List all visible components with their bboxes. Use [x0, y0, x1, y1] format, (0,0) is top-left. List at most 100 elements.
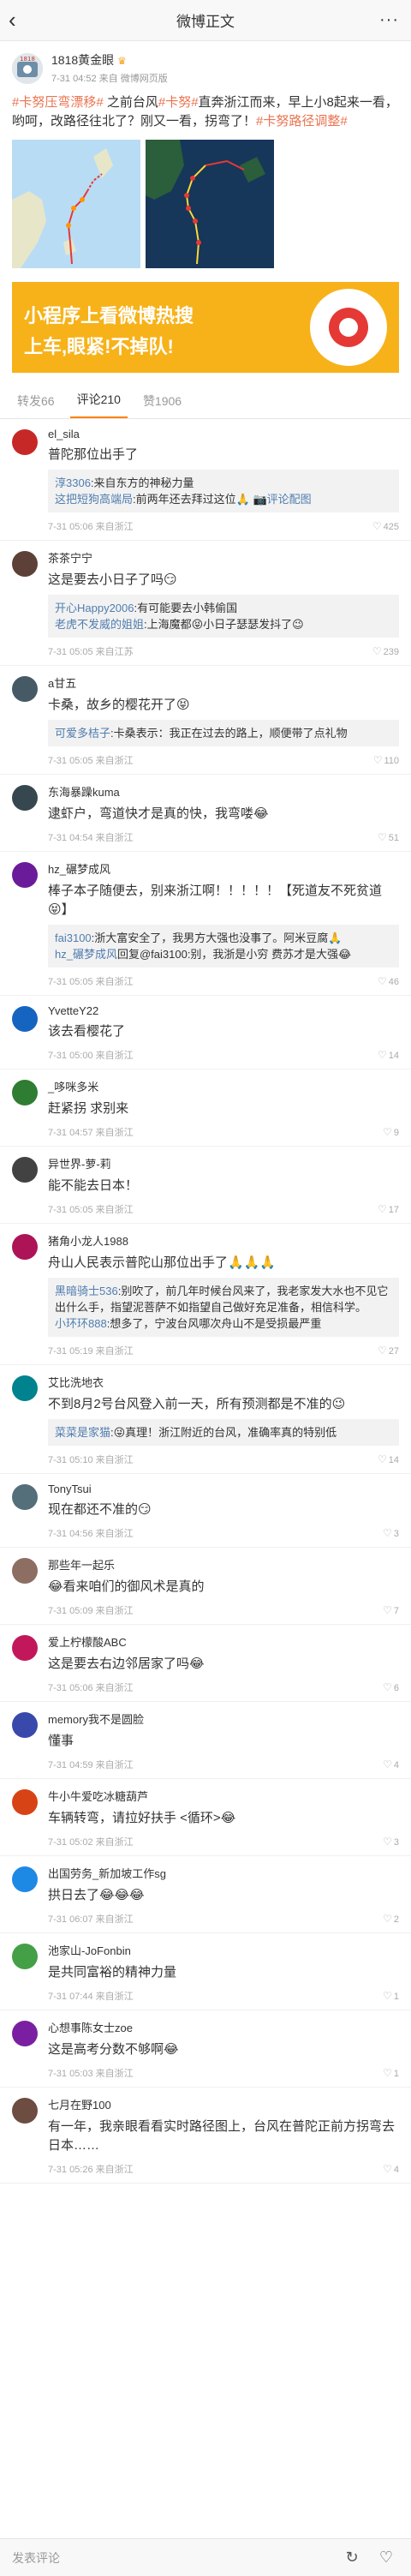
commenter-avatar[interactable] — [12, 2021, 38, 2046]
reply-username[interactable]: 淳3306 — [55, 476, 91, 489]
commenter-avatar[interactable] — [12, 1080, 38, 1105]
commenter-name[interactable]: 茶茶宁宁 — [48, 549, 399, 566]
commenter-avatar[interactable] — [12, 1484, 38, 1510]
comment-like-button[interactable]: ♡ 14 — [378, 1049, 399, 1061]
reply-item[interactable]: 可爱多桔子:卡桑表示：我正在过去的路上，顺便带了点礼物 — [55, 725, 392, 741]
commenter-avatar[interactable] — [12, 1157, 38, 1183]
reply-list[interactable]: 黑暗骑士536:别吹了，前几年时候台风来了，我老家发大水也不见它出什么手，指望泥… — [48, 1278, 399, 1337]
reply-username[interactable]: 小环环888 — [55, 1317, 107, 1330]
commenter-name[interactable]: TonyTsui — [48, 1483, 399, 1495]
reply-item[interactable]: fai3100:浙大富安全了，我男方大强也没事了。阿米豆腐🙏 — [55, 930, 392, 946]
comment-like-button[interactable]: ♡ 51 — [378, 831, 399, 843]
tab-reposts[interactable]: 转发66 — [10, 392, 62, 418]
commenter-name[interactable]: memory我不是圆脸 — [48, 1710, 399, 1727]
commenter-name[interactable]: 池家山-JoFonbin — [48, 1942, 399, 1958]
tab-comments[interactable]: 评论210 — [69, 391, 128, 418]
commenter-avatar[interactable] — [12, 1789, 38, 1815]
comment-like-button[interactable]: ♡ 27 — [378, 1345, 399, 1357]
reply-username[interactable]: 这把短狗高端局 — [55, 493, 133, 506]
commenter-name[interactable]: a甘五 — [48, 674, 399, 691]
commenter-name[interactable]: 牛小牛爱吃冰糖葫芦 — [48, 1788, 399, 1804]
commenter-avatar[interactable] — [12, 1944, 38, 1969]
reply-username[interactable]: 开心Happy2006 — [55, 602, 134, 614]
reply-username[interactable]: fai3100 — [55, 932, 92, 944]
commenter-name[interactable]: 那些年一起乐 — [48, 1556, 399, 1573]
commenter-name[interactable]: 出国劳务_新加坡工作sg — [48, 1865, 399, 1881]
comment-like-button[interactable]: ♡ 46 — [378, 975, 399, 987]
comment-like-button[interactable]: ♡ 6 — [383, 1681, 399, 1693]
commenter-name[interactable]: el_sila — [48, 428, 399, 440]
commenter-name[interactable]: _哆咪多米 — [48, 1078, 399, 1094]
reply-item[interactable]: 开心Happy2006:有可能要去小韩偷国 — [55, 600, 392, 616]
comment-like-button[interactable]: ♡ 2 — [383, 1913, 399, 1925]
commenter-avatar[interactable] — [12, 676, 38, 702]
reply-list[interactable]: fai3100:浙大富安全了，我男方大强也没事了。阿米豆腐🙏 hz_碾梦成风回复@… — [48, 925, 399, 967]
commenter-avatar[interactable] — [12, 429, 38, 455]
comment-like-button[interactable]: ♡ 239 — [372, 645, 399, 657]
author-avatar[interactable]: 1818 — [12, 52, 43, 84]
commenter-name[interactable]: YvetteY22 — [48, 1004, 399, 1017]
reply-username[interactable]: 菜菜是家猫 — [55, 1426, 110, 1439]
reply-list[interactable]: 可爱多桔子:卡桑表示：我正在过去的路上，顺便带了点礼物 — [48, 720, 399, 746]
like-icon[interactable]: ♡ — [373, 2549, 399, 2567]
commenter-avatar[interactable] — [12, 2098, 38, 2124]
reply-username[interactable]: 可爱多桔子 — [55, 727, 110, 740]
tab-likes[interactable]: 赞1906 — [136, 392, 188, 418]
reply-username[interactable]: 老虎不发威的姐姐 — [55, 618, 144, 631]
commenter-name[interactable]: 七月在野100 — [48, 2096, 399, 2112]
reply-item[interactable]: hz_碾梦成风回复@fai3100:别，我浙是小穷 费苏才是大强😂 — [55, 946, 392, 962]
comment-like-button[interactable]: ♡ 7 — [383, 1604, 399, 1616]
reply-item[interactable]: 这把短狗高端局:前两年还去拜过这位🙏 📷评论配图 — [55, 491, 392, 507]
commenter-avatar[interactable] — [12, 1866, 38, 1892]
reply-username[interactable]: hz_碾梦成风 — [55, 948, 117, 961]
commenter-avatar[interactable] — [12, 1635, 38, 1661]
typhoon-map-image[interactable] — [12, 140, 140, 268]
reply-item[interactable]: 老虎不发威的姐姐:上海魔都😝小日子瑟瑟发抖了😉 — [55, 616, 392, 632]
comment-like-button[interactable]: ♡ 1 — [383, 2067, 399, 2079]
reply-item[interactable]: 菜菜是家猫:😜真理！浙江附近的台风，准确率真的特别低 — [55, 1424, 392, 1441]
reply-item[interactable]: 淳3306:来自东方的神秘力量 — [55, 475, 392, 491]
reply-item[interactable]: 黑暗骑士536:别吹了，前几年时候台风来了，我老家发大水也不见它出什么手，指望泥… — [55, 1283, 392, 1315]
reply-list[interactable]: 菜菜是家猫:😜真理！浙江附近的台风，准确率真的特别低 — [48, 1419, 399, 1446]
commenter-avatar[interactable] — [12, 785, 38, 811]
commenter-avatar[interactable] — [12, 1558, 38, 1584]
comment-like-button[interactable]: ♡ 1 — [383, 1990, 399, 2002]
commenter-name[interactable]: 异世界-萝-莉 — [48, 1155, 399, 1171]
comment-like-button[interactable]: ♡ 4 — [383, 2163, 399, 2175]
share-icon[interactable]: ↻ — [339, 2549, 365, 2567]
comment-like-button[interactable]: ♡ 110 — [373, 754, 399, 766]
commenter-name[interactable]: 东海暴躁kuma — [48, 783, 399, 800]
hashtag-link[interactable]: #卡努压弯漂移# — [12, 95, 104, 110]
commenter-name[interactable]: 心想事陈女士zoe — [48, 2019, 399, 2035]
commenter-avatar[interactable] — [12, 1006, 38, 1032]
commenter-avatar[interactable] — [12, 1234, 38, 1260]
author-name[interactable]: 1818黄金眼 — [51, 53, 114, 67]
mini-program-banner[interactable]: 小程序上看微博热搜 上车,眼紧!不掉队! — [12, 282, 399, 373]
comment-like-button[interactable]: ♡ 4 — [383, 1758, 399, 1770]
commenter-name[interactable]: 猪角小龙人1988 — [48, 1232, 399, 1249]
reply-item[interactable]: 小环环888:想多了，宁波台风哪次舟山不是受损最严重 — [55, 1315, 392, 1332]
commenter-name[interactable]: hz_碾梦成风 — [48, 860, 399, 877]
back-arrow-icon[interactable]: ‹ — [9, 9, 33, 33]
commenter-avatar[interactable] — [12, 1375, 38, 1401]
comment-like-button[interactable]: ♡ 425 — [372, 520, 399, 532]
comment-input[interactable]: 发表评论 — [12, 2549, 331, 2567]
comment-like-button[interactable]: ♡ 3 — [383, 1836, 399, 1848]
comment-like-button[interactable]: ♡ 14 — [378, 1453, 399, 1465]
commenter-avatar[interactable] — [12, 1712, 38, 1738]
commenter-avatar[interactable] — [12, 862, 38, 888]
reply-list[interactable]: 开心Happy2006:有可能要去小韩偷国 老虎不发威的姐姐:上海魔都😝小日子瑟瑟… — [48, 595, 399, 638]
hashtag-link[interactable]: #卡努路径调整# — [256, 114, 348, 129]
typhoon-track-image[interactable] — [146, 140, 274, 268]
comment-like-button[interactable]: ♡ 9 — [383, 1126, 399, 1138]
commenter-avatar[interactable] — [12, 551, 38, 577]
reply-image-link[interactable]: 📷评论配图 — [250, 493, 311, 506]
comment-like-button[interactable]: ♡ 17 — [378, 1203, 399, 1215]
commenter-name[interactable]: 爱上柠檬酸ABC — [48, 1633, 399, 1650]
comment-like-button[interactable]: ♡ 3 — [383, 1527, 399, 1539]
reply-list[interactable]: 淳3306:来自东方的神秘力量 这把短狗高端局:前两年还去拜过这位🙏 📷评论配图 — [48, 470, 399, 512]
hashtag-link[interactable]: #卡努# — [158, 95, 199, 110]
more-options-icon[interactable]: ··· — [379, 10, 399, 30]
reply-username[interactable]: 黑暗骑士536 — [55, 1285, 118, 1297]
commenter-name[interactable]: 艾比洗地衣 — [48, 1374, 399, 1390]
